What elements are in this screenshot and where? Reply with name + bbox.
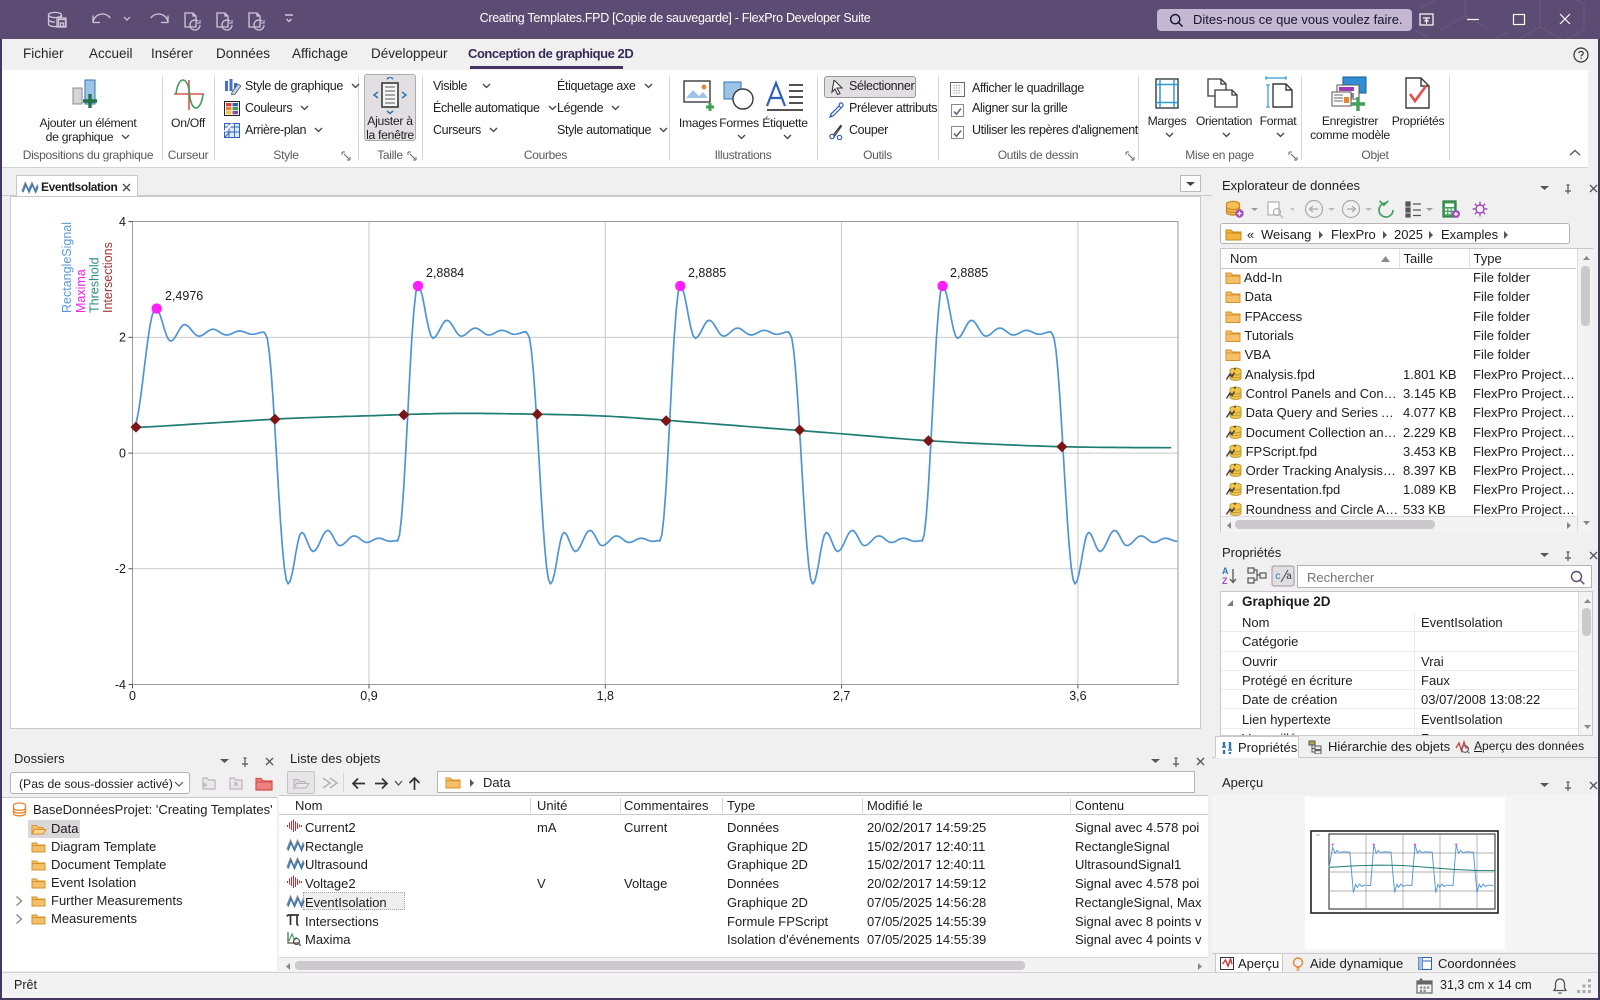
svg-text:1,8: 1,8 (597, 689, 614, 703)
svg-text:RS: RS (1316, 833, 1320, 837)
svg-text:2,4976: 2,4976 (165, 289, 203, 303)
svg-text:RectangleSignal: RectangleSignal (60, 222, 74, 313)
svg-text:2,8884: 2,8884 (426, 266, 464, 280)
svg-text:Threshold: Threshold (88, 257, 102, 313)
svg-text:Intersections: Intersections (101, 242, 115, 313)
svg-text:-2: -2 (115, 562, 126, 576)
svg-text:4: 4 (119, 215, 126, 229)
svg-text:Maxima: Maxima (74, 269, 88, 313)
svg-text:0: 0 (119, 447, 126, 461)
svg-text:c: c (1275, 572, 1281, 583)
svg-text:3,6: 3,6 (1069, 689, 1086, 703)
svg-text:0,9: 0,9 (360, 689, 377, 703)
svg-text:Z: Z (1222, 576, 1228, 586)
svg-text:A: A (1222, 566, 1229, 576)
svg-text:2,7: 2,7 (833, 689, 850, 703)
svg-text:2,8885: 2,8885 (688, 266, 726, 280)
svg-text:-4: -4 (115, 678, 126, 692)
svg-text:0: 0 (129, 689, 136, 703)
svg-text:2: 2 (119, 331, 126, 345)
svg-text:a: a (1286, 572, 1292, 583)
svg-text:2,8885: 2,8885 (950, 266, 988, 280)
